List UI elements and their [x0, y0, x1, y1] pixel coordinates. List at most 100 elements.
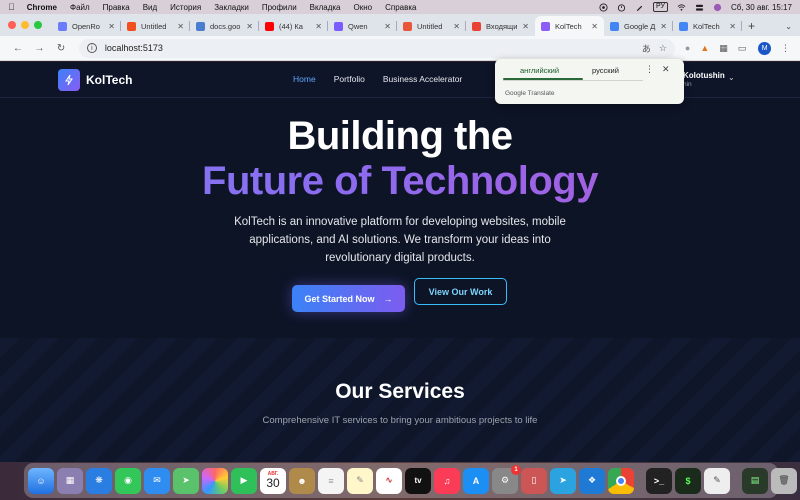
edit-icon[interactable]	[635, 3, 644, 12]
photos-icon[interactable]	[202, 467, 228, 494]
more-options-icon[interactable]: ⋮	[645, 64, 654, 75]
browser-tab[interactable]: KolTech ✕	[535, 16, 604, 36]
system-settings-icon[interactable]: ⚙ 1	[492, 464, 521, 494]
tab-close-icon[interactable]: ✕	[660, 22, 667, 31]
address-url[interactable]: localhost:5173	[105, 43, 634, 53]
browser-tab[interactable]: Qwen ✕	[328, 16, 397, 36]
menu-view[interactable]: Вид	[143, 3, 157, 12]
translate-target-lang[interactable]: русский	[592, 66, 619, 75]
tab-close-icon[interactable]: ✕	[177, 22, 184, 31]
freeform-icon[interactable]: ∿	[376, 467, 402, 494]
browser-tab[interactable]: KolTech ✕	[673, 16, 742, 36]
side-panel-icon[interactable]: ▭	[738, 43, 747, 54]
browser-tab[interactable]: Untitled ✕	[397, 16, 466, 36]
tab-close-icon[interactable]: ✕	[591, 22, 598, 31]
browser-tab[interactable]: Google Д ✕	[604, 16, 673, 36]
menu-profiles[interactable]: Профили	[262, 3, 297, 12]
notes-icon[interactable]: ✎	[347, 467, 373, 494]
user-name[interactable]: Kolotushin	[683, 71, 725, 80]
maps-icon[interactable]: ➤	[173, 467, 199, 494]
extension-mask-icon[interactable]: ▲	[700, 43, 709, 53]
site-brand[interactable]: KolTech	[58, 69, 132, 91]
music-icon[interactable]: ♫	[434, 467, 460, 494]
browser-tab[interactable]: (44) Ка ✕	[259, 16, 328, 36]
nav-portfolio[interactable]: Portfolio	[334, 74, 365, 84]
tab-close-icon[interactable]: ✕	[315, 22, 322, 31]
menu-history[interactable]: История	[170, 3, 201, 12]
telegram-icon[interactable]: ➤	[550, 467, 576, 494]
services-section: Our Services Comprehensive IT services t…	[0, 338, 800, 462]
tab-close-icon[interactable]: ✕	[108, 22, 115, 31]
calendar-icon[interactable]: АВГ. 30	[260, 467, 286, 494]
minimize-window-button[interactable]	[21, 21, 29, 29]
input-source-indicator[interactable]: РУ	[653, 2, 668, 12]
browser-menu-icon[interactable]: ⋮	[781, 43, 790, 54]
control-icon[interactable]	[599, 2, 608, 12]
close-window-button[interactable]	[8, 21, 16, 29]
menu-file[interactable]: Файл	[70, 3, 90, 12]
chevron-down-icon[interactable]: ⌄	[728, 73, 735, 82]
app-store-icon[interactable]: A	[463, 467, 489, 494]
get-started-button[interactable]: Get Started Now →	[292, 285, 405, 312]
tab-close-icon[interactable]: ✕	[729, 22, 736, 31]
hero-title-line2: Future of Technology	[0, 159, 800, 204]
messages-icon[interactable]: ◉	[115, 467, 141, 494]
menu-window[interactable]: Окно	[354, 3, 373, 12]
chrome-icon[interactable]	[608, 467, 634, 494]
nav-business-accelerator[interactable]: Business Accelerator	[383, 74, 462, 84]
browser-tab[interactable]: OpenRo ✕	[52, 16, 121, 36]
trash-icon[interactable]: 🗑	[771, 467, 797, 494]
contacts-icon[interactable]: ☻	[289, 467, 315, 494]
textedit-icon[interactable]: ✎	[704, 467, 730, 494]
menubar-datetime[interactable]: Сб, 30 авг. 15:17	[731, 3, 792, 12]
nav-home[interactable]: Home	[293, 74, 316, 84]
bookmark-star-icon[interactable]: ☆	[659, 43, 667, 54]
launchpad-icon[interactable]: ▦	[57, 467, 83, 494]
close-icon[interactable]: ✕	[662, 64, 670, 75]
mail-icon[interactable]: ✉	[144, 467, 170, 494]
reload-icon[interactable]: ↻	[53, 43, 69, 54]
tab-favicon-icon	[127, 21, 136, 31]
safari-icon[interactable]: ❋	[86, 467, 112, 494]
browser-tab[interactable]: docs.goo ✕	[190, 16, 259, 36]
tab-close-icon[interactable]: ✕	[522, 22, 529, 31]
browser-tab[interactable]: Untitled ✕	[121, 16, 190, 36]
vscode-icon[interactable]: ❖	[579, 467, 605, 494]
site-info-icon[interactable]: i	[86, 43, 97, 53]
arrow-right-icon: →	[383, 293, 393, 304]
menu-tab[interactable]: Вкладка	[310, 3, 341, 12]
translate-source-lang[interactable]: английский	[520, 66, 559, 75]
siri-icon[interactable]	[713, 3, 722, 12]
menu-app-chrome[interactable]: Chrome	[27, 3, 57, 12]
terminal-icon[interactable]: >_	[646, 467, 672, 494]
back-icon[interactable]: ←	[10, 43, 26, 54]
menu-bookmarks[interactable]: Закладки	[214, 3, 249, 12]
apple-icon[interactable]: 	[8, 2, 15, 12]
facetime-icon[interactable]: ▶	[231, 467, 257, 494]
tab-close-icon[interactable]: ✕	[246, 22, 253, 31]
profile-avatar[interactable]: M	[758, 41, 771, 55]
zoom-window-button[interactable]	[34, 21, 42, 29]
stopwatch-icon[interactable]	[617, 3, 626, 12]
menu-edit[interactable]: Правка	[103, 3, 130, 12]
iphone-mirroring-icon[interactable]: ▯	[521, 467, 547, 494]
browser-tab[interactable]: Входящи ✕	[466, 16, 535, 36]
menu-help[interactable]: Справка	[385, 3, 416, 12]
extensions-puzzle-icon[interactable]: ▦	[719, 43, 728, 54]
new-tab-button[interactable]: +	[748, 16, 755, 36]
reminders-icon[interactable]: ≡	[318, 467, 344, 494]
tab-close-icon[interactable]: ✕	[453, 22, 460, 31]
address-bar[interactable]: i localhost:5173 あ ☆	[78, 38, 675, 58]
finder-icon[interactable]: ☺	[28, 467, 54, 494]
extension-icon[interactable]: ●	[685, 43, 690, 53]
tab-close-icon[interactable]: ✕	[384, 22, 391, 31]
wifi-icon[interactable]	[677, 3, 686, 12]
terminal-window-icon[interactable]: $	[675, 467, 701, 494]
view-our-work-button[interactable]: View Our Work	[414, 278, 507, 305]
minimized-window-icon[interactable]: ▤	[742, 467, 768, 494]
forward-icon[interactable]: →	[32, 43, 48, 54]
tab-search-icon[interactable]: ⌄	[785, 16, 792, 36]
apple-tv-icon[interactable]: tv	[405, 467, 431, 494]
translate-icon[interactable]: あ	[642, 42, 651, 55]
control-center-icon[interactable]	[695, 3, 704, 12]
